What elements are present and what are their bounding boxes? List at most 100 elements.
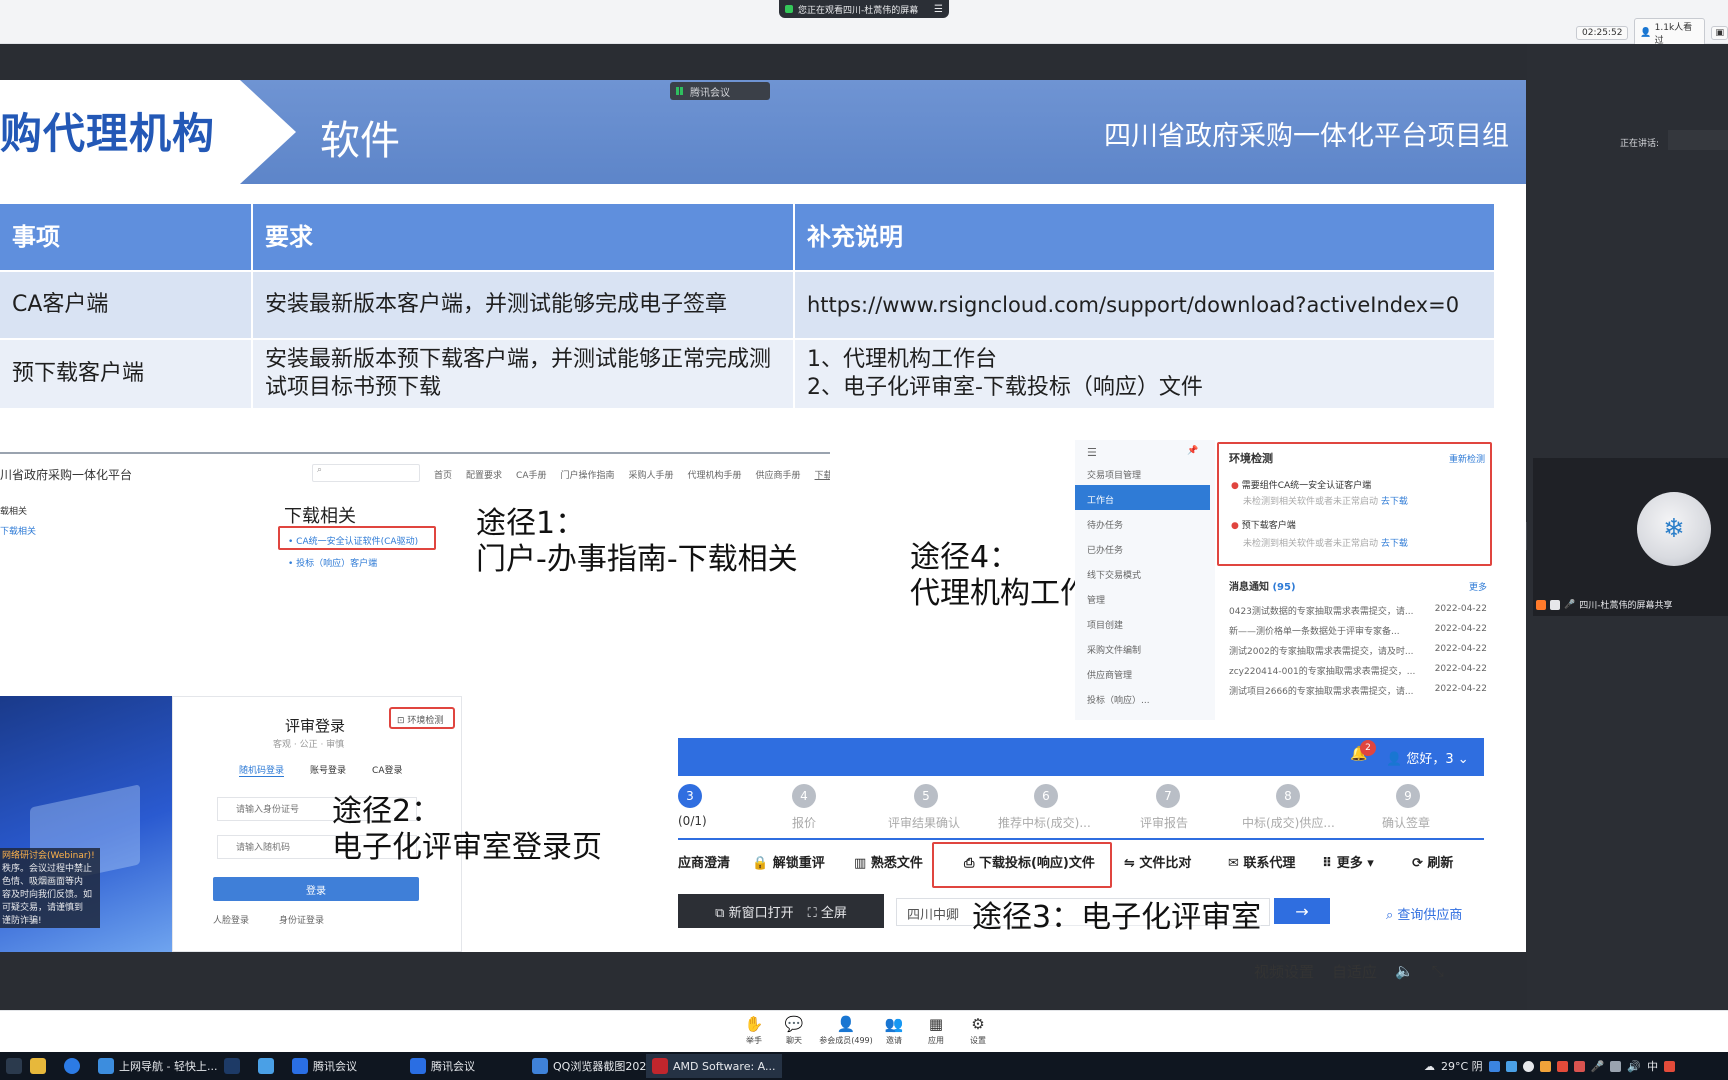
action-refresh[interactable]: ⟳ 刷新	[1412, 852, 1472, 871]
menu-item[interactable]: 投标（响应）...	[1075, 685, 1210, 710]
menu-item[interactable]: 线下交易模式	[1075, 560, 1210, 585]
table-cell-req: 安装最新版本预下载客户端，并测试能够正常完成测试项目标书预下载	[253, 340, 793, 408]
sogou-icon[interactable]	[1664, 1060, 1676, 1072]
volume-tray-icon[interactable]: 🔊	[1627, 1060, 1641, 1073]
step-circle[interactable]: 4	[792, 784, 816, 808]
menu-item[interactable]: 采购文件编制	[1075, 635, 1210, 660]
taskbar-app[interactable]: 腾讯会议	[404, 1054, 481, 1078]
notice-line: 秩序。会议过程中禁止	[2, 864, 93, 874]
tab-account[interactable]: 账号登录	[310, 763, 346, 777]
action-compare[interactable]: ⇋ 文件比对	[1124, 852, 1228, 871]
step-circle-active[interactable]: 3	[678, 784, 702, 808]
layout-icon[interactable]: ▣	[1711, 26, 1728, 40]
screen-share-indicator[interactable]: 您正在观看四川-杜蒿伟的屏幕 ☰	[779, 0, 949, 18]
menu-item[interactable]: 交易项目管理	[1075, 460, 1210, 485]
weather-text[interactable]: 29°C 阴	[1441, 1058, 1483, 1074]
steps-divider	[678, 838, 1484, 840]
pin-icon[interactable]: 📌	[1187, 446, 1198, 456]
notice-row[interactable]: 0423测试数据的专家抽取需求表需提交，请... 2022-04-22	[1229, 604, 1487, 617]
taskbar-explorer[interactable]	[24, 1054, 52, 1078]
login-button[interactable]: 登录	[213, 877, 419, 901]
menu-item-active[interactable]: 工作台	[1075, 485, 1210, 510]
participant-avatar: ❄	[1637, 492, 1711, 566]
tray-icon[interactable]	[1505, 1060, 1517, 1072]
portal-nav-item[interactable]: 供应商手册	[756, 468, 801, 481]
tray-icon[interactable]	[1556, 1060, 1568, 1072]
apps-button[interactable]: ▦ 应用	[912, 1015, 960, 1053]
taskbar-app[interactable]: 腾讯会议	[286, 1054, 363, 1078]
tray-icon[interactable]	[1539, 1060, 1551, 1072]
action-contact[interactable]: ✉ 联系代理	[1228, 852, 1322, 871]
adaptive-button[interactable]: 自适应	[1332, 961, 1377, 982]
tab-ca[interactable]: CA登录	[372, 763, 402, 777]
menu-toggle-icon[interactable]: ☰	[1087, 446, 1097, 459]
portal-nav-item[interactable]: 门户操作指南	[560, 468, 614, 481]
step-circle[interactable]: 6	[1034, 784, 1058, 808]
portal-side-item[interactable]: 载相关	[0, 504, 27, 517]
step-circle[interactable]: 9	[1396, 784, 1420, 808]
query-supplier-link[interactable]: ⌕ 查询供应商	[1386, 904, 1462, 923]
step-circle[interactable]: 7	[1156, 784, 1180, 808]
portal-nav-item[interactable]: 下载相关	[815, 468, 830, 481]
tab-random-code[interactable]: 随机码登录	[239, 763, 285, 777]
menu-item[interactable]: 供应商管理	[1075, 660, 1210, 685]
portal-nav-item[interactable]: 采购人手册	[629, 468, 674, 481]
step-label: 评审结果确认	[888, 816, 961, 830]
taskbar-ie[interactable]	[58, 1054, 86, 1078]
fullscreen-button[interactable]: ⛶ 全屏	[808, 902, 847, 921]
menu-item[interactable]: 待办任务	[1075, 510, 1210, 535]
menu-item[interactable]: 管理	[1075, 585, 1210, 610]
settings-button[interactable]: ⚙ 设置	[954, 1015, 1002, 1053]
taskbar-app[interactable]: AMD Software: A...	[646, 1054, 782, 1078]
tray-icon[interactable]	[1573, 1060, 1585, 1072]
menu-item[interactable]: 项目创建	[1075, 610, 1210, 635]
folder-icon	[30, 1058, 46, 1074]
taskbar-photoshop[interactable]	[218, 1054, 246, 1078]
action-unlock-text: 解锁重评	[772, 856, 825, 871]
portal-search-input[interactable]: ⌕	[312, 464, 420, 482]
notice-row[interactable]: 测试项目2666的专家抽取需求表需提交，请... 2022-04-22	[1229, 684, 1487, 697]
step-circle[interactable]: 8	[1276, 784, 1300, 808]
portal-nav-item[interactable]: CA手册	[516, 468, 546, 481]
notice-row[interactable]: 测试2002的专家抽取需求表需提交，请及时... 2022-04-22	[1229, 644, 1487, 657]
system-tray: ☁ 29°C 阴 🎤 🔊 中	[1424, 1054, 1676, 1078]
id-card-login-option[interactable]: 身份证登录	[279, 913, 324, 926]
portal-side-item[interactable]: 下载相关	[0, 524, 36, 537]
window-controls: ⧉ 新窗口打开 ⛶ 全屏	[678, 894, 884, 928]
ime-indicator[interactable]: 中	[1647, 1058, 1658, 1074]
members-button[interactable]: 👤 参会成员(499)	[818, 1015, 874, 1053]
env-check-button[interactable]: ⊡ 环境检测	[389, 707, 455, 729]
action-unlock[interactable]: 🔒 解锁重评	[752, 852, 854, 871]
notice-row[interactable]: 新——测价格单一条数据处于评审专家备... 2022-04-22	[1229, 624, 1487, 637]
menu-item[interactable]: 已办任务	[1075, 535, 1210, 560]
action-more[interactable]: ⠿ 更多 ▾	[1322, 852, 1412, 871]
taskbar-app-bird[interactable]	[252, 1054, 280, 1078]
tray-icon[interactable]	[1522, 1060, 1534, 1072]
tray-icon[interactable]	[1488, 1060, 1500, 1072]
client-download-link[interactable]: • 投标（响应）客户端	[288, 556, 377, 569]
meeting-timer: 02:25:52	[1576, 26, 1629, 40]
search-go-button[interactable]: →	[1274, 898, 1330, 924]
chat-button[interactable]: 💬 聊天	[770, 1015, 818, 1053]
taskbar-app[interactable]: 上网导航 - 轻快上...	[92, 1054, 223, 1078]
mic-tray-icon[interactable]: 🎤	[1591, 1060, 1605, 1073]
face-login-option[interactable]: 人脸登录	[213, 913, 249, 926]
portal-nav-item[interactable]: 首页	[434, 468, 452, 481]
exit-fullscreen-icon[interactable]: ⤡	[1432, 962, 1444, 980]
portal-nav-item[interactable]: 配置要求	[466, 468, 502, 481]
step-circle[interactable]: 5	[914, 784, 938, 808]
user-greeting[interactable]: 👤 您好，3 ⌄	[1386, 748, 1469, 767]
taskbar-app[interactable]: QQ浏览器截图202...	[526, 1054, 663, 1078]
portal-nav-item[interactable]: 代理机构手册	[688, 468, 742, 481]
notice-row[interactable]: zcy220414-001的专家抽取需求表需提交，... 2022-04-22	[1229, 664, 1487, 677]
new-window-button[interactable]: ⧉ 新窗口打开	[715, 902, 793, 921]
notice-more-link[interactable]: 更多	[1469, 580, 1487, 593]
network-icon[interactable]	[1610, 1060, 1622, 1072]
menu-icon[interactable]: ☰	[934, 4, 943, 15]
volume-icon[interactable]: 🔈	[1395, 962, 1414, 980]
highlight-box	[932, 842, 1112, 888]
hand-icon: ✋	[744, 1015, 764, 1033]
invite-button[interactable]: 👥 邀请	[870, 1015, 918, 1053]
action-clarify[interactable]: 应商澄清	[678, 852, 752, 871]
video-settings-button[interactable]: 视频设置	[1254, 961, 1314, 982]
